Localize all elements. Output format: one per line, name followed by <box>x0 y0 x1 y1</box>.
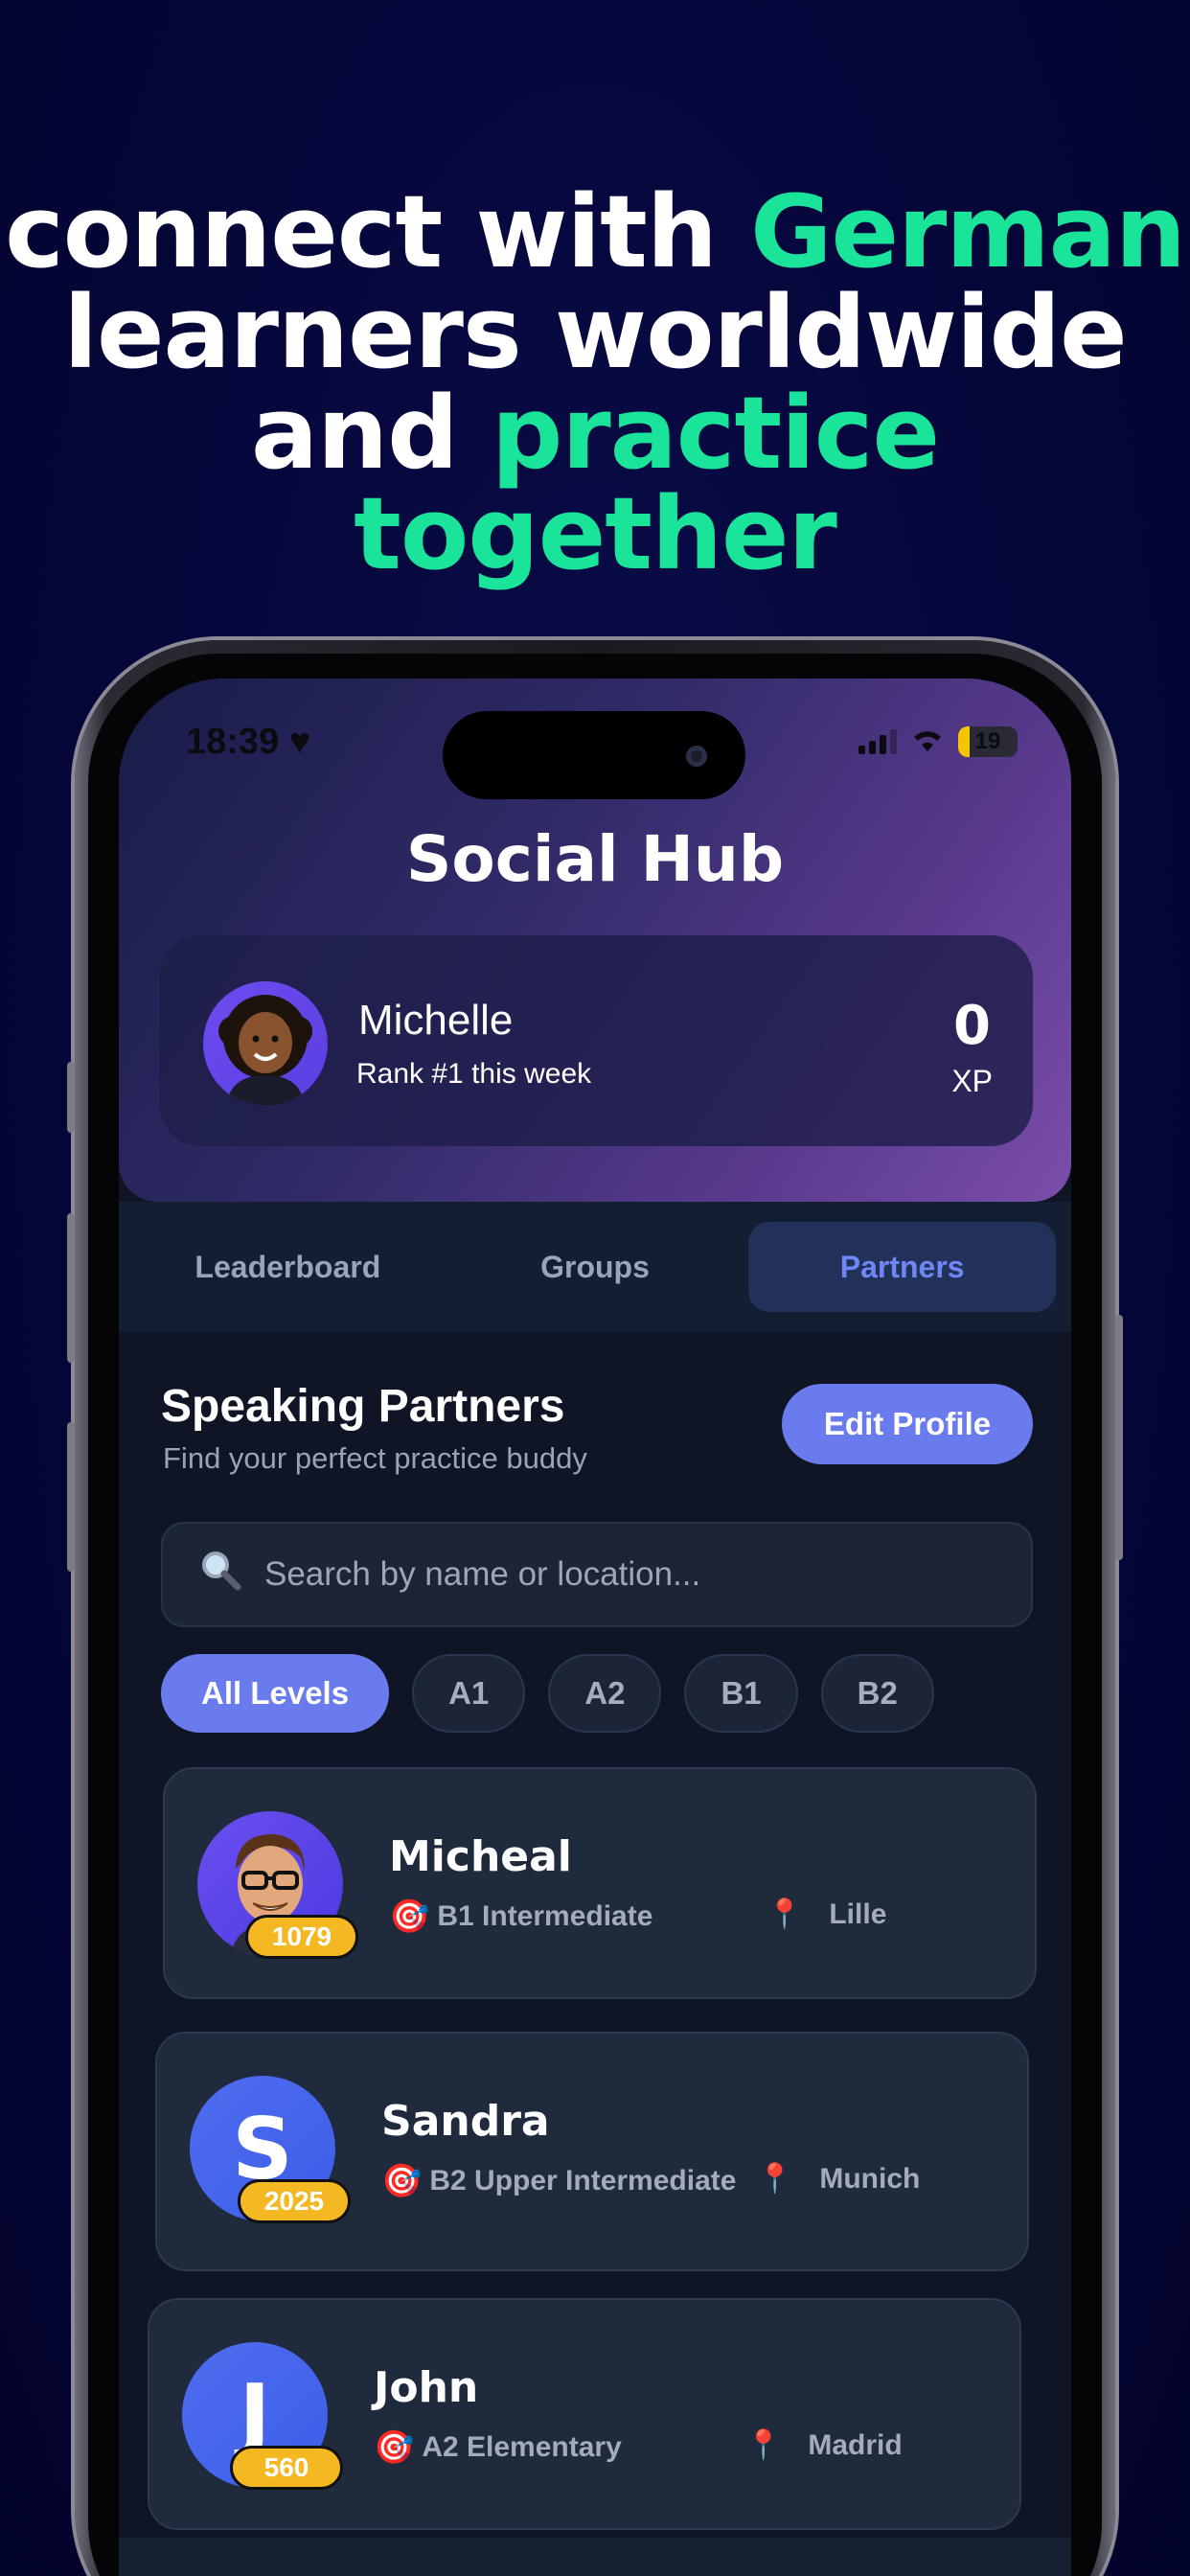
app-screen: 18:39 ♥ 19 Social Hub Michelle Rank #1 t… <box>119 678 1071 2576</box>
partner-name: Sandra <box>381 2097 550 2146</box>
signal-icon <box>858 729 897 754</box>
side-button-volume-down <box>67 1422 75 1572</box>
headline-accent-german: German <box>750 173 1186 290</box>
xp-label: XP <box>951 1064 993 1098</box>
battery-icon: 19 <box>958 726 1018 757</box>
search-input[interactable] <box>264 1555 935 1594</box>
headline-line2: learners worldwide <box>63 274 1127 391</box>
headline: connect with German learners worldwide a… <box>0 182 1190 585</box>
page-title: Social Hub <box>405 822 785 896</box>
headline-line1: connect with <box>5 173 751 290</box>
score-badge: 2025 <box>238 2179 351 2223</box>
filter-all-levels[interactable]: All Levels <box>161 1654 390 1733</box>
location-pin-icon: 📍 <box>767 1898 803 1930</box>
target-icon: 🎯 <box>381 2163 423 2199</box>
partner-name: John <box>374 2363 479 2412</box>
score-badge: 1079 <box>245 1915 358 1959</box>
edit-profile-button[interactable]: Edit Profile <box>782 1384 1033 1464</box>
search-icon <box>197 1547 264 1602</box>
partner-level: 🎯 B1 Intermediate <box>389 1898 652 1936</box>
partner-level-text: A2 Elementary <box>422 2431 622 2463</box>
side-button-power <box>1115 1315 1123 1560</box>
target-icon: 🎯 <box>374 2429 415 2466</box>
filter-a1[interactable]: A1 <box>412 1654 526 1733</box>
level-filters: All Levels A1 A2 B1 B2 <box>161 1654 934 1733</box>
partner-card[interactable]: J 560 John 🎯 A2 Elementary 📍 Madrid <box>148 2298 1021 2530</box>
profile-name: Michelle <box>358 997 514 1044</box>
partner-location: 📍 Lille <box>767 1898 886 1931</box>
wifi-icon <box>910 726 945 758</box>
profile-card[interactable]: Michelle Rank #1 this week 0 XP <box>159 935 1033 1146</box>
section-title: Speaking Partners <box>161 1381 565 1432</box>
search-bar[interactable] <box>161 1522 1033 1627</box>
filter-a2[interactable]: A2 <box>548 1654 662 1733</box>
partner-location-text: Madrid <box>808 2428 903 2461</box>
tab-groups[interactable]: Groups <box>442 1222 749 1312</box>
side-button-action <box>67 1062 75 1133</box>
partner-level: 🎯 A2 Elementary <box>374 2428 622 2467</box>
partner-level-text: B2 Upper Intermediate <box>429 2165 737 2196</box>
user-avatar <box>203 981 328 1106</box>
profile-rank: Rank #1 this week <box>356 1058 592 1090</box>
section-subtitle: Find your perfect practice buddy <box>163 1441 587 1475</box>
headline-line3: and <box>251 375 492 492</box>
tab-partners[interactable]: Partners <box>748 1222 1057 1312</box>
partner-location: 📍 Munich <box>757 2162 920 2196</box>
location-pin-icon: 📍 <box>757 2163 793 2195</box>
side-button-volume-up <box>67 1213 75 1363</box>
partner-level-text: B1 Intermediate <box>437 1900 653 1932</box>
filter-b2[interactable]: B2 <box>820 1654 934 1733</box>
target-icon: 🎯 <box>389 1898 430 1935</box>
partner-level: 🎯 B2 Upper Intermediate <box>381 2162 736 2200</box>
tab-leaderboard[interactable]: Leaderboard <box>134 1222 442 1312</box>
camera-icon <box>686 746 707 767</box>
partner-location-text: Lille <box>829 1898 887 1930</box>
partner-location: 📍 Madrid <box>745 2428 903 2462</box>
partner-location-text: Munich <box>819 2162 921 2195</box>
dynamic-island <box>443 711 745 799</box>
partner-card[interactable]: 1079 Micheal 🎯 B1 Intermediate 📍 Lille <box>163 1767 1037 1999</box>
filter-b1[interactable]: B1 <box>684 1654 798 1733</box>
tab-bar: Leaderboard Groups Partners <box>119 1202 1071 1332</box>
status-time: 18:39 ♥ <box>186 721 311 762</box>
score-badge: 560 <box>230 2446 343 2490</box>
location-pin-icon: 📍 <box>745 2429 782 2461</box>
partner-name: Micheal <box>389 1832 572 1881</box>
bottom-nav-bar <box>119 2538 1071 2576</box>
partner-card[interactable]: S 2025 Sandra 🎯 B2 Upper Intermediate 📍 … <box>155 2032 1029 2271</box>
xp-value: 0 <box>953 995 991 1057</box>
